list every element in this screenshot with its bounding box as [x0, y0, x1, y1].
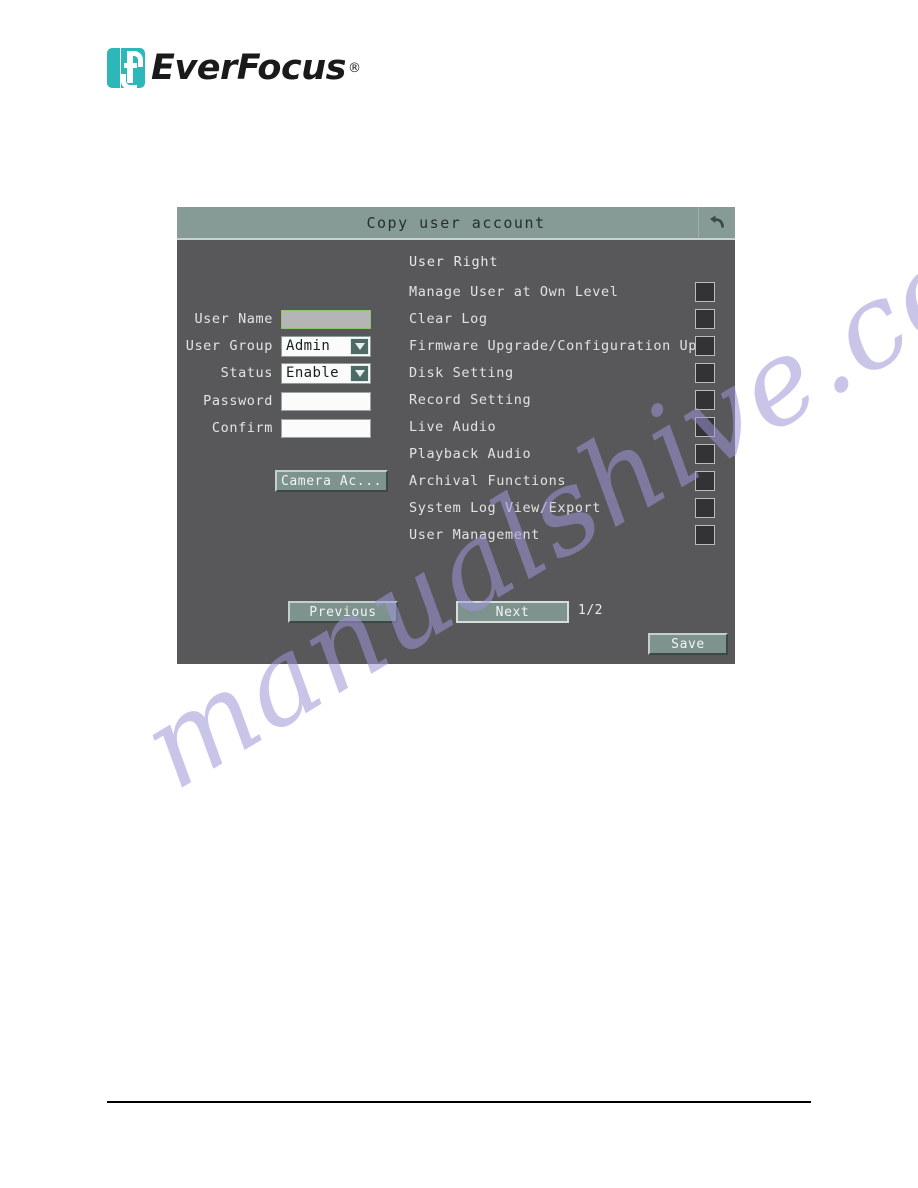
page-indicator: 1/2: [578, 603, 603, 618]
form-row-password: Password: [177, 390, 371, 412]
form-row-user-name: User Name: [177, 308, 371, 330]
right-row-live-audio[interactable]: Live Audio: [405, 416, 735, 438]
status-label: Status: [220, 365, 273, 381]
user-group-select[interactable]: Admin: [281, 335, 371, 357]
form-row-confirm: Confirm: [177, 417, 371, 439]
right-row-firmware-upgrade[interactable]: Firmware Upgrade/Configuration Uplo: [405, 335, 735, 357]
right-label-archival-functions: Archival Functions: [409, 473, 567, 489]
right-label-manage-user: Manage User at Own Level: [409, 284, 619, 300]
brand-name: EverFocus: [151, 48, 346, 88]
right-label-disk-setting: Disk Setting: [409, 365, 514, 381]
right-checkbox-playback-audio[interactable]: [695, 444, 715, 464]
back-arrow-glyph: [710, 215, 724, 227]
right-checkbox-disk-setting[interactable]: [695, 363, 715, 383]
right-row-playback-audio[interactable]: Playback Audio: [405, 443, 735, 465]
right-checkbox-firmware-upgrade[interactable]: [695, 336, 715, 356]
form-row-status: Status Enable: [177, 362, 371, 384]
save-button[interactable]: Save: [648, 633, 728, 655]
password-label: Password: [203, 393, 273, 409]
copy-user-account-dialog: Copy user account User Name User Group A…: [177, 207, 735, 664]
right-label-record-setting: Record Setting: [409, 392, 532, 408]
status-value: Enable: [286, 365, 339, 381]
confirm-input[interactable]: [281, 418, 371, 438]
right-checkbox-live-audio[interactable]: [695, 417, 715, 437]
right-checkbox-manage-user[interactable]: [695, 282, 715, 302]
right-checkbox-record-setting[interactable]: [695, 390, 715, 410]
user-rights-header: User Right: [409, 254, 499, 270]
user-name-label: User Name: [194, 311, 273, 327]
right-row-system-log[interactable]: System Log View/Export: [405, 497, 735, 519]
camera-access-button[interactable]: Camera Ac...: [275, 470, 388, 492]
user-group-label: User Group: [185, 338, 273, 354]
everfocus-f-mark-icon: [107, 47, 145, 90]
right-label-firmware-upgrade: Firmware Upgrade/Configuration Uplo: [409, 338, 715, 354]
right-label-clear-log: Clear Log: [409, 311, 488, 327]
chevron-down-icon[interactable]: [350, 364, 369, 382]
form-row-user-group: User Group Admin: [177, 335, 371, 357]
trademark-symbol: ®: [347, 60, 361, 76]
footer-divider: [107, 1101, 811, 1103]
user-group-value: Admin: [286, 338, 331, 354]
right-row-clear-log[interactable]: Clear Log: [405, 308, 735, 330]
right-label-system-log: System Log View/Export: [409, 500, 602, 516]
right-label-user-management: User Management: [409, 527, 540, 543]
next-button[interactable]: Next: [456, 601, 569, 623]
dialog-titlebar: Copy user account: [177, 207, 735, 240]
right-row-user-management[interactable]: User Management: [405, 524, 735, 546]
previous-button[interactable]: Previous: [288, 601, 398, 623]
right-checkbox-user-management[interactable]: [695, 525, 715, 545]
everfocus-logo: EverFocus ®: [107, 47, 361, 90]
right-row-archival-functions[interactable]: Archival Functions: [405, 470, 735, 492]
back-arrow-icon[interactable]: [698, 207, 735, 238]
user-name-input[interactable]: [281, 309, 371, 329]
right-label-live-audio: Live Audio: [409, 419, 497, 435]
right-label-playback-audio: Playback Audio: [409, 446, 532, 462]
status-select[interactable]: Enable: [281, 362, 371, 384]
right-row-manage-user[interactable]: Manage User at Own Level: [405, 281, 735, 303]
dialog-title: Copy user account: [366, 213, 546, 232]
right-checkbox-system-log[interactable]: [695, 498, 715, 518]
right-checkbox-archival-functions[interactable]: [695, 471, 715, 491]
right-checkbox-clear-log[interactable]: [695, 309, 715, 329]
chevron-down-icon[interactable]: [350, 337, 369, 355]
confirm-label: Confirm: [211, 420, 273, 436]
right-row-record-setting[interactable]: Record Setting: [405, 389, 735, 411]
password-input[interactable]: [281, 391, 371, 411]
right-row-disk-setting[interactable]: Disk Setting: [405, 362, 735, 384]
user-rights-panel: User Right Manage User at Own Level Clea…: [405, 238, 735, 664]
